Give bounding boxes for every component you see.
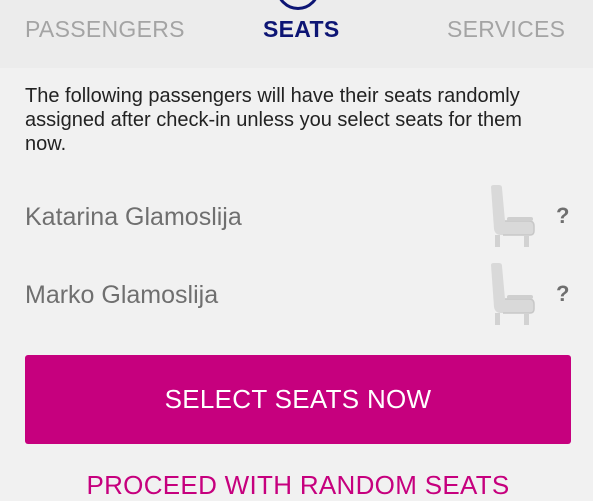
tab-passengers[interactable]: PASSENGERS <box>25 16 185 43</box>
seat-icon[interactable] <box>485 183 539 251</box>
intro-text: The following passengers will have their… <box>25 85 522 155</box>
seat-assignment-status: ? <box>556 203 570 228</box>
passenger-row[interactable]: Marko Glamoslija ? <box>0 261 593 331</box>
tab-seats[interactable]: SEATS <box>263 16 339 43</box>
step-circle-icon <box>276 0 320 10</box>
select-seats-now-button[interactable]: SELECT SEATS NOW <box>25 355 571 444</box>
seat-assignment-status: ? <box>556 281 570 306</box>
proceed-with-random-seats-button[interactable]: PROCEED WITH RANDOM SEATS <box>25 470 571 501</box>
passenger-name: Marko Glamoslija <box>25 281 219 309</box>
passenger-name: Katarina Glamoslija <box>25 203 242 231</box>
step-tabs: PASSENGERS SEATS SERVICES <box>0 0 593 68</box>
seat-icon[interactable] <box>485 261 539 329</box>
passenger-row[interactable]: Katarina Glamoslija ? <box>0 183 593 253</box>
tab-services[interactable]: SERVICES <box>447 16 565 43</box>
